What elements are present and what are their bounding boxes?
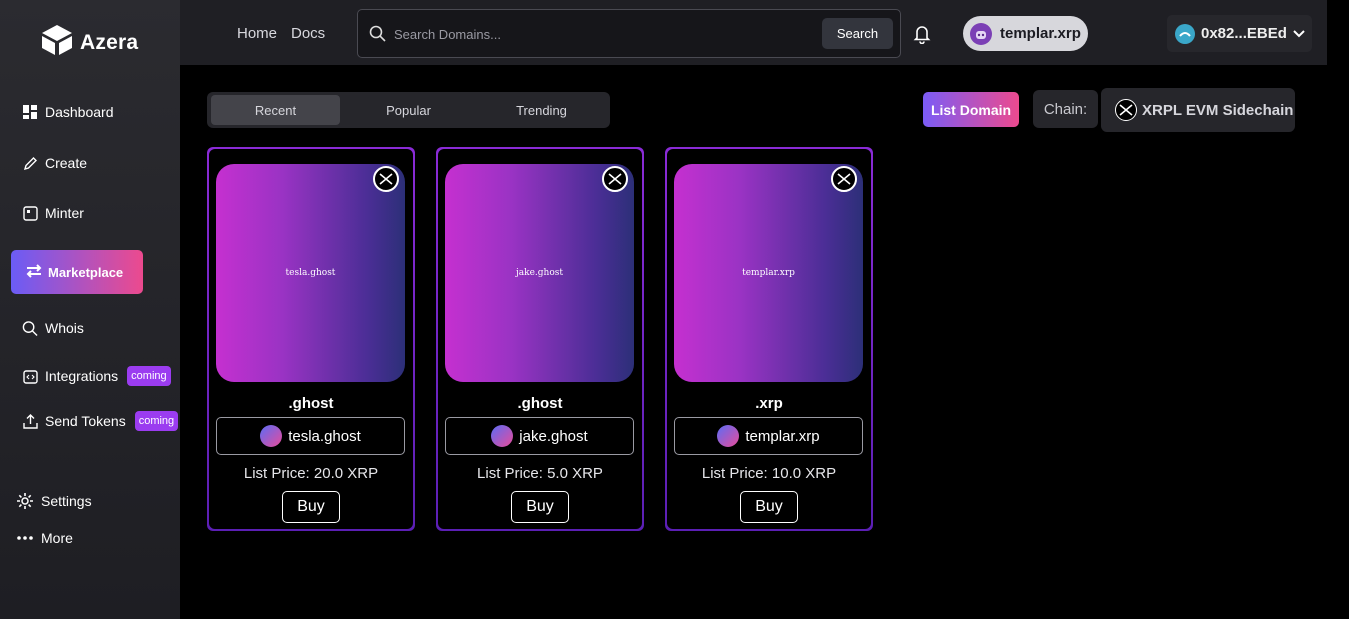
domain-avatar-icon [491, 425, 514, 447]
domain-tld: .ghost [517, 395, 563, 412]
chain-selector[interactable]: XRPL EVM Sidechain [1101, 88, 1295, 132]
sidebar-item-label: Send Tokens [45, 413, 126, 429]
user-name: templar.xrp [1000, 25, 1081, 42]
minter-icon [22, 205, 38, 221]
coming-badge: coming [134, 411, 179, 431]
sidebar-item-marketplace[interactable]: Marketplace [11, 250, 143, 294]
search-bar: Search [357, 9, 901, 58]
chain-name: XRPL EVM Sidechain [1142, 101, 1294, 119]
domain-image-label: templar.xrp [742, 268, 795, 278]
xrp-logo-icon [1115, 99, 1137, 121]
tab-trending[interactable]: Trending [477, 95, 606, 125]
chevron-down-icon [1293, 25, 1305, 42]
code-icon [22, 368, 38, 384]
wallet-avatar-icon [1175, 23, 1195, 44]
domain-tld: .xrp [755, 395, 783, 412]
sidebar-item-label: Marketplace [48, 264, 124, 280]
sidebar-item-settings[interactable]: Settings [16, 492, 92, 510]
domain-avatar-icon [260, 425, 283, 447]
sidebar-item-label: Integrations [45, 368, 119, 384]
domain-name-pill[interactable]: tesla.ghost [216, 417, 405, 455]
more-icon [16, 529, 34, 547]
list-domain-button[interactable]: List Domain [923, 92, 1019, 127]
swap-icon [25, 263, 43, 282]
domain-tld: .ghost [288, 395, 334, 412]
search-input[interactable] [394, 24, 814, 44]
xrp-logo-icon [602, 166, 628, 192]
sidebar-item-dashboard[interactable]: Dashboard [22, 104, 114, 120]
domain-name-pill[interactable]: jake.ghost [445, 417, 634, 455]
chain-label: Chain: [1033, 90, 1098, 128]
sidebar-item-label: More [41, 530, 73, 546]
nav-docs-link[interactable]: Docs [291, 25, 325, 42]
list-price: List Price: 10.0 XRP [701, 465, 837, 482]
buy-button[interactable]: Buy [282, 491, 340, 523]
search-icon [369, 25, 386, 47]
coming-badge: coming [127, 366, 171, 386]
domain-image: tesla.ghost [216, 164, 405, 382]
tab-popular[interactable]: Popular [344, 95, 473, 125]
avatar [970, 22, 992, 45]
domain-name-pill[interactable]: templar.xrp [674, 417, 863, 455]
sidebar: Azera Dashboard Create Minter Marketplac… [0, 0, 180, 619]
dashboard-icon [22, 104, 38, 120]
list-price: List Price: 5.0 XRP [477, 465, 603, 482]
domain-card: jake.ghost .ghost jake.ghost List Price:… [436, 147, 644, 531]
header-gap [1327, 0, 1349, 60]
sidebar-item-minter[interactable]: Minter [22, 205, 84, 221]
list-price: List Price: 20.0 XRP [243, 465, 379, 482]
search-icon [22, 320, 38, 336]
domain-image-label: tesla.ghost [285, 268, 336, 278]
xrp-logo-icon [831, 166, 857, 192]
brand-logo[interactable]: Azera [40, 24, 138, 61]
sidebar-item-label: Dashboard [45, 104, 114, 120]
buy-button[interactable]: Buy [740, 491, 798, 523]
gear-icon [16, 492, 34, 510]
pencil-icon [22, 155, 38, 171]
domain-image-label: jake.ghost [515, 268, 563, 278]
user-profile-button[interactable]: templar.xrp [963, 16, 1088, 51]
sidebar-item-whois[interactable]: Whois [22, 320, 84, 336]
sidebar-item-send-tokens[interactable]: Send Tokens coming [22, 411, 179, 431]
domain-name: tesla.ghost [288, 427, 361, 445]
buy-button[interactable]: Buy [511, 491, 569, 523]
domain-name: jake.ghost [519, 427, 588, 445]
domain-image: templar.xrp [674, 164, 863, 382]
domain-image: jake.ghost [445, 164, 634, 382]
wallet-dropdown[interactable]: 0x82...EBEd [1167, 15, 1312, 52]
upload-icon [22, 413, 38, 429]
domain-avatar-icon [717, 425, 740, 447]
domain-card: templar.xrp .xrp templar.xrp List Price:… [665, 147, 873, 531]
nav-home-link[interactable]: Home [237, 25, 277, 42]
sidebar-item-label: Minter [45, 205, 84, 221]
sidebar-item-create[interactable]: Create [22, 155, 87, 171]
azera-logo-icon [40, 24, 74, 61]
search-button[interactable]: Search [822, 18, 893, 49]
sidebar-item-label: Create [45, 155, 88, 171]
domain-card: tesla.ghost .ghost tesla.ghost List Pric… [207, 147, 415, 531]
wallet-address: 0x82...EBEd [1201, 25, 1287, 42]
brand-name: Azera [80, 30, 139, 54]
sidebar-item-more[interactable]: More [16, 529, 73, 547]
xrp-logo-icon [373, 166, 399, 192]
bell-icon[interactable] [913, 24, 931, 49]
tab-recent[interactable]: Recent [211, 95, 340, 125]
domain-name: templar.xrp [745, 427, 820, 445]
sidebar-item-integrations[interactable]: Integrations coming [22, 366, 171, 386]
sidebar-item-label: Settings [41, 493, 92, 509]
sidebar-item-label: Whois [45, 320, 84, 336]
listing-tabs: Recent Popular Trending [207, 92, 610, 128]
